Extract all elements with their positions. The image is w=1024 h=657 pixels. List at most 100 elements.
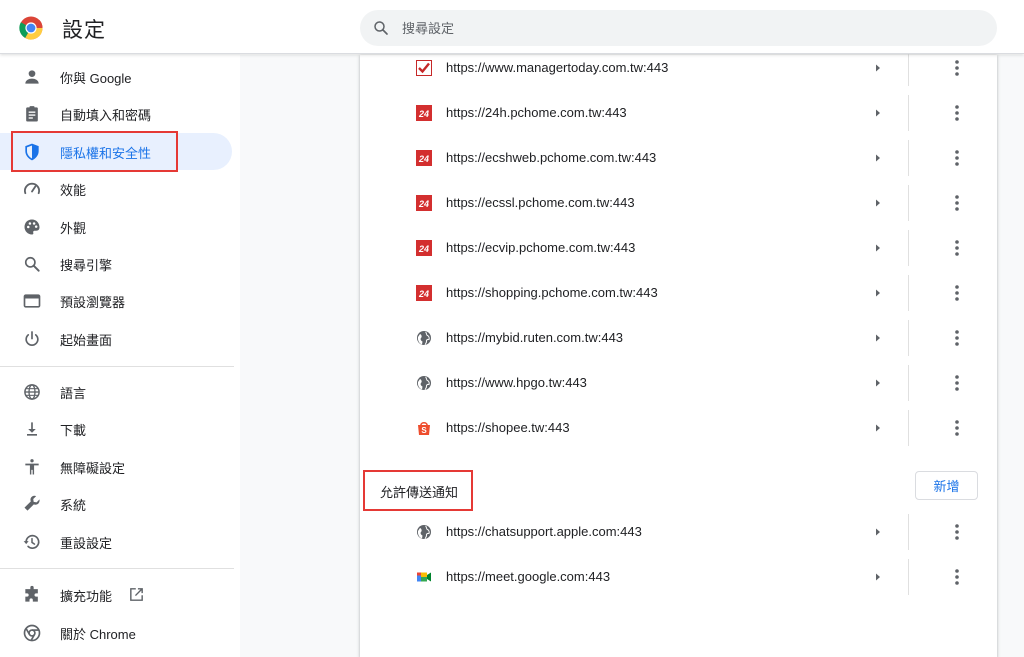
row-divider: [908, 365, 909, 401]
arrow-right-icon[interactable]: [873, 198, 883, 208]
arrow-right-icon[interactable]: [873, 108, 883, 118]
site-row[interactable]: 24 https://24h.pchome.com.tw:443: [360, 91, 997, 136]
site-row[interactable]: https://mybid.ruten.com.tw:443: [360, 316, 997, 361]
pchome-24-favicon-icon: 24: [416, 150, 432, 166]
site-row[interactable]: S https://shopee.tw:443: [360, 406, 997, 451]
arrow-right-icon[interactable]: [873, 153, 883, 163]
chrome-icon: [23, 624, 41, 642]
sidebar-item-about-chrome[interactable]: 關於 Chrome: [0, 614, 232, 651]
top-bar: 設定: [0, 0, 1024, 54]
site-row[interactable]: 24 https://ecvip.pchome.com.tw:443: [360, 226, 997, 271]
search-icon: [374, 21, 388, 35]
globe-favicon-icon: [417, 525, 431, 540]
row-divider: [908, 95, 909, 131]
globe-favicon-icon: [417, 376, 431, 391]
row-divider: [908, 559, 909, 595]
palette-icon: [24, 219, 40, 235]
sidebar: 你與 Google 自動填入和密碼 隱私權和安全性 效能 外觀 搜尋引擎 預設瀏…: [0, 55, 240, 657]
site-row[interactable]: 24 https://shopping.pchome.com.tw:443: [360, 271, 997, 316]
site-row[interactable]: https://chatsupport.apple.com:443: [360, 510, 997, 555]
restore-icon: [23, 534, 40, 549]
sidebar-item-reset-settings[interactable]: 重設設定: [0, 523, 232, 560]
sidebar-item-label: 關於 Chrome: [60, 627, 136, 642]
shopee-favicon-icon: S: [418, 422, 430, 435]
row-divider: [908, 230, 909, 266]
pchome-24-favicon-icon: 24: [416, 105, 432, 121]
sidebar-item-autofill[interactable]: 自動填入和密碼: [0, 95, 232, 132]
svg-text:24: 24: [418, 289, 429, 299]
more-vert-icon[interactable]: [947, 101, 967, 125]
row-divider: [908, 185, 909, 221]
allowed-notifications-heading: 允許傳送通知: [380, 485, 459, 500]
download-icon: [27, 422, 37, 436]
svg-text:S: S: [421, 426, 427, 435]
google-meet-favicon-icon: [417, 572, 431, 582]
sidebar-item-label: 外觀: [60, 221, 87, 236]
sidebar-item-appearance[interactable]: 外觀: [0, 208, 232, 245]
sidebar-item-you-and-google[interactable]: 你與 Google: [0, 58, 232, 95]
power-icon: [25, 331, 39, 346]
sidebar-item-default-browser[interactable]: 預設瀏覽器: [0, 282, 232, 319]
svg-text:24: 24: [418, 199, 429, 209]
sidebar-item-label: 效能: [60, 183, 87, 198]
site-url: https://shopee.tw:443: [446, 420, 570, 435]
arrow-right-icon[interactable]: [873, 423, 883, 433]
row-divider: [908, 140, 909, 176]
svg-text:24: 24: [418, 154, 429, 164]
search-input[interactable]: [402, 10, 962, 46]
chrome-logo-icon: [19, 16, 43, 40]
person-icon: [25, 70, 39, 84]
sidebar-item-extensions[interactable]: 擴充功能: [0, 576, 232, 613]
more-vert-icon[interactable]: [947, 56, 967, 80]
sidebar-item-accessibility[interactable]: 無障礙設定: [0, 448, 232, 485]
sidebar-item-privacy-security[interactable]: 隱私權和安全性: [0, 133, 232, 170]
sidebar-item-label: 無障礙設定: [60, 461, 126, 476]
sidebar-item-languages[interactable]: 語言: [0, 373, 232, 410]
sidebar-item-label: 你與 Google: [60, 71, 132, 86]
sidebar-item-downloads[interactable]: 下載: [0, 410, 232, 447]
more-vert-icon[interactable]: [947, 281, 967, 305]
sidebar-item-label: 自動填入和密碼: [60, 108, 152, 123]
sidebar-item-search-engine[interactable]: 搜尋引擎: [0, 245, 232, 282]
arrow-right-icon[interactable]: [873, 63, 883, 73]
site-url: https://ecvip.pchome.com.tw:443: [446, 240, 636, 255]
more-vert-icon[interactable]: [947, 371, 967, 395]
sidebar-item-label: 重設設定: [60, 536, 113, 551]
puzzle-icon: [25, 585, 38, 602]
sidebar-item-performance[interactable]: 效能: [0, 170, 232, 207]
arrow-right-icon[interactable]: [873, 243, 883, 253]
sidebar-item-label: 起始畫面: [60, 333, 113, 348]
more-vert-icon[interactable]: [947, 520, 967, 544]
site-row[interactable]: 24 https://ecshweb.pchome.com.tw:443: [360, 136, 997, 181]
sidebar-item-label: 語言: [60, 386, 87, 401]
row-divider: [908, 50, 909, 86]
more-vert-icon[interactable]: [947, 326, 967, 350]
site-row[interactable]: https://www.hpgo.tw:443: [360, 361, 997, 406]
more-vert-icon[interactable]: [947, 236, 967, 260]
site-url: https://ecssl.pchome.com.tw:443: [446, 195, 635, 210]
add-site-button[interactable]: 新增: [915, 471, 978, 500]
search-box[interactable]: [360, 10, 997, 46]
sidebar-item-label: 預設瀏覽器: [60, 295, 126, 310]
arrow-right-icon[interactable]: [873, 572, 883, 582]
site-row[interactable]: 24 https://ecssl.pchome.com.tw:443: [360, 181, 997, 226]
sidebar-divider: [0, 568, 234, 569]
row-divider: [908, 410, 909, 446]
arrow-right-icon[interactable]: [873, 527, 883, 537]
more-vert-icon[interactable]: [947, 565, 967, 589]
arrow-right-icon[interactable]: [873, 288, 883, 298]
arrow-right-icon[interactable]: [873, 378, 883, 388]
more-vert-icon[interactable]: [947, 416, 967, 440]
site-url: https://ecshweb.pchome.com.tw:443: [446, 150, 657, 165]
managertoday-favicon-icon: [416, 60, 432, 76]
more-vert-icon[interactable]: [947, 191, 967, 215]
more-vert-icon[interactable]: [947, 146, 967, 170]
sidebar-item-label: 擴充功能: [60, 589, 113, 604]
sidebar-item-system[interactable]: 系統: [0, 485, 232, 522]
page-title: 設定: [62, 19, 106, 42]
sidebar-item-on-startup[interactable]: 起始畫面: [0, 320, 232, 357]
arrow-right-icon[interactable]: [873, 333, 883, 343]
site-row[interactable]: https://meet.google.com:443: [360, 555, 997, 600]
pchome-24-favicon-icon: 24: [416, 285, 432, 301]
shield-icon: [25, 143, 39, 161]
